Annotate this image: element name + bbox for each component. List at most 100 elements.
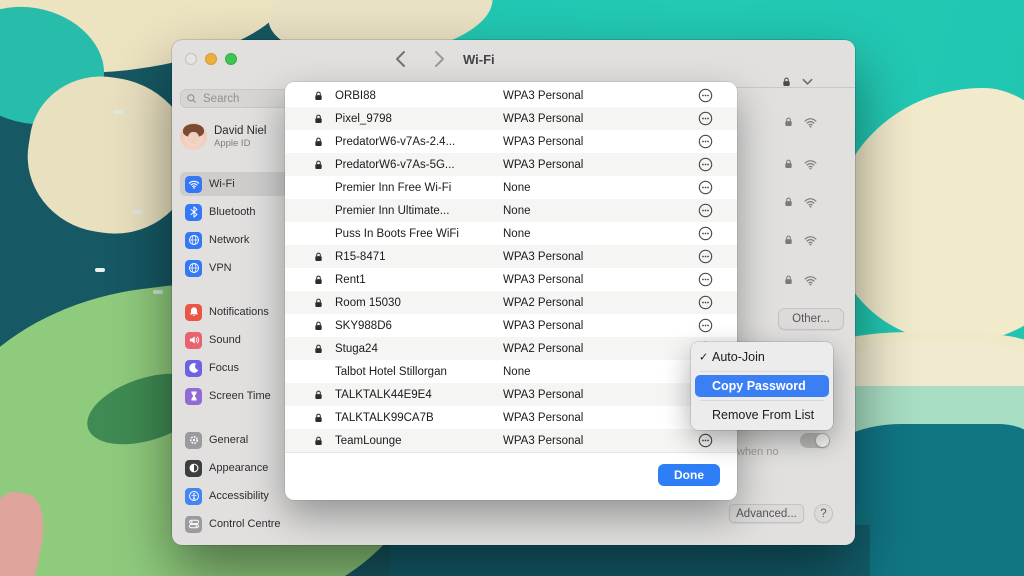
- partial-setting-text: when no: [737, 446, 779, 458]
- network-row-talbot-hotel-stillorgan[interactable]: Talbot Hotel StillorganNone: [285, 360, 737, 383]
- ask-to-join-toggle[interactable]: [800, 433, 830, 448]
- apple-id-profile[interactable]: David Niel Apple ID: [180, 123, 292, 150]
- network-row-talktalk99ca7b[interactable]: TALKTALK99CA7BWPA3 Personal: [285, 406, 737, 429]
- done-button[interactable]: Done: [658, 464, 720, 486]
- other-networks-button[interactable]: Other...: [778, 308, 844, 330]
- menu-item-auto-join[interactable]: ✓Auto-Join: [695, 346, 829, 368]
- network-row-predatorw6-v7as-2-4[interactable]: PredatorW6-v7As-2.4...WPA3 Personal: [285, 130, 737, 153]
- network-row-puss-in-boots-free-wifi[interactable]: Puss In Boots Free WiFiNone: [285, 222, 737, 245]
- sidebar-item-label: Focus: [209, 362, 239, 374]
- current-network-indicators: [781, 76, 813, 88]
- menu-item-remove-from-list[interactable]: Remove From List: [695, 404, 829, 426]
- network-name: Pixel_9798: [335, 113, 503, 125]
- network-row-teamlounge[interactable]: TeamLoungeWPA3 Personal: [285, 429, 737, 452]
- more-options-button[interactable]: [698, 295, 713, 310]
- sidebar-item-bluetooth[interactable]: Bluetooth: [180, 200, 292, 224]
- system-settings-window: Wi-Fi David Niel Apple ID Wi-Fi Bluetooth…: [172, 40, 855, 545]
- appearance-icon: [185, 460, 202, 477]
- other-network-row[interactable]: [783, 273, 818, 287]
- sidebar-item-appearance[interactable]: Appearance: [180, 456, 292, 480]
- network-row-talktalk44e9e4[interactable]: TALKTALK44E9E4WPA3 Personal: [285, 383, 737, 406]
- network-row-premier-inn-ultimate[interactable]: Premier Inn Ultimate...None: [285, 199, 737, 222]
- sidebar-item-label: Accessibility: [209, 490, 269, 502]
- more-options-button[interactable]: [698, 157, 713, 172]
- menu-item-label: Auto-Join: [712, 350, 765, 364]
- more-options-button[interactable]: [698, 203, 713, 218]
- sidebar-item-label: Sound: [209, 334, 241, 346]
- network-name: Talbot Hotel Stillorgan: [335, 366, 503, 378]
- other-network-row[interactable]: [783, 115, 818, 129]
- network-row-orbi88[interactable]: ORBI88WPA3 Personal: [285, 84, 737, 107]
- more-options-button[interactable]: [698, 134, 713, 149]
- sidebar-item-accessibility[interactable]: Accessibility: [180, 484, 292, 508]
- hourglass-icon: [185, 388, 202, 405]
- network-name: Premier Inn Ultimate...: [335, 205, 503, 217]
- sidebar-item-notifications[interactable]: Notifications: [180, 300, 292, 324]
- sidebar-item-wi-fi[interactable]: Wi-Fi: [180, 172, 292, 196]
- search-field[interactable]: [180, 89, 292, 108]
- more-options-button[interactable]: [698, 226, 713, 241]
- other-network-row[interactable]: [783, 233, 818, 247]
- network-row-room-15030[interactable]: Room 15030WPA2 Personal: [285, 291, 737, 314]
- lock-icon: [311, 159, 325, 171]
- network-row-rent1[interactable]: Rent1WPA3 Personal: [285, 268, 737, 291]
- more-options-button[interactable]: [698, 433, 713, 448]
- speaker-icon: [185, 332, 202, 349]
- help-button[interactable]: ?: [814, 504, 833, 523]
- sidebar-item-network[interactable]: Network: [180, 228, 292, 252]
- sidebar-item-focus[interactable]: Focus: [180, 356, 292, 380]
- network-security: WPA3 Personal: [503, 389, 698, 401]
- wifi-signal-icon: [803, 233, 818, 247]
- more-options-button[interactable]: [698, 318, 713, 333]
- advanced-button[interactable]: Advanced...: [729, 504, 804, 523]
- more-options-button[interactable]: [698, 111, 713, 126]
- menu-separator: [700, 371, 824, 372]
- other-network-row[interactable]: [783, 157, 818, 171]
- sidebar-item-sound[interactable]: Sound: [180, 328, 292, 352]
- sidebar-item-label: General: [209, 434, 248, 446]
- network-security: None: [503, 228, 698, 240]
- chevron-down-icon[interactable]: [802, 78, 813, 86]
- toggle-knob: [816, 434, 829, 447]
- known-networks-list: ORBI88WPA3 PersonalPixel_9798WPA3 Person…: [285, 84, 737, 453]
- zoom-button[interactable]: [225, 53, 237, 65]
- search-input[interactable]: [201, 92, 286, 106]
- more-options-button[interactable]: [698, 88, 713, 103]
- network-row-stuga24[interactable]: Stuga24WPA2 Personal: [285, 337, 737, 360]
- sidebar-item-control-centre[interactable]: Control Centre: [180, 512, 292, 536]
- menu-item-copy-password[interactable]: Copy Password: [695, 375, 829, 397]
- forward-chevron-icon[interactable]: [432, 50, 446, 68]
- minimize-button[interactable]: [205, 53, 217, 65]
- network-name: Room 15030: [335, 297, 503, 309]
- lock-icon: [781, 76, 792, 88]
- sidebar: David Niel Apple ID Wi-Fi Bluetooth Networ…: [172, 78, 300, 545]
- wifi-icon: [185, 176, 202, 193]
- more-options-button[interactable]: [698, 249, 713, 264]
- sidebar-item-label: Notifications: [209, 306, 269, 318]
- network-name: Puss In Boots Free WiFi: [335, 228, 503, 240]
- network-security: WPA3 Personal: [503, 113, 698, 125]
- window-title: Wi-Fi: [463, 52, 495, 67]
- lock-icon: [783, 234, 794, 246]
- wifi-signal-icon: [803, 273, 818, 287]
- search-icon: [186, 93, 197, 104]
- close-button[interactable]: [185, 53, 197, 65]
- network-security: WPA3 Personal: [503, 320, 698, 332]
- sidebar-item-screen-time[interactable]: Screen Time: [180, 384, 292, 408]
- accessibility-icon: [185, 488, 202, 505]
- more-options-button[interactable]: [698, 272, 713, 287]
- sidebar-item-general[interactable]: General: [180, 428, 292, 452]
- back-chevron-icon[interactable]: [394, 50, 408, 68]
- lock-icon: [311, 412, 325, 424]
- network-row-premier-inn-free-wi-fi[interactable]: Premier Inn Free Wi-FiNone: [285, 176, 737, 199]
- network-row-sky988d6[interactable]: SKY988D6WPA3 Personal: [285, 314, 737, 337]
- network-row-pixel-9798[interactable]: Pixel_9798WPA3 Personal: [285, 107, 737, 130]
- network-row-predatorw6-v7as-5g[interactable]: PredatorW6-v7As-5G...WPA3 Personal: [285, 153, 737, 176]
- other-network-row[interactable]: [783, 195, 818, 209]
- network-row-r15-8471[interactable]: R15-8471WPA3 Personal: [285, 245, 737, 268]
- more-options-button[interactable]: [698, 180, 713, 195]
- sidebar-item-vpn[interactable]: VPN: [180, 256, 292, 280]
- sidebar-section: Wi-Fi Bluetooth Network VPN: [180, 172, 292, 280]
- sidebar-item-label: Wi-Fi: [209, 178, 235, 190]
- lock-icon: [311, 274, 325, 286]
